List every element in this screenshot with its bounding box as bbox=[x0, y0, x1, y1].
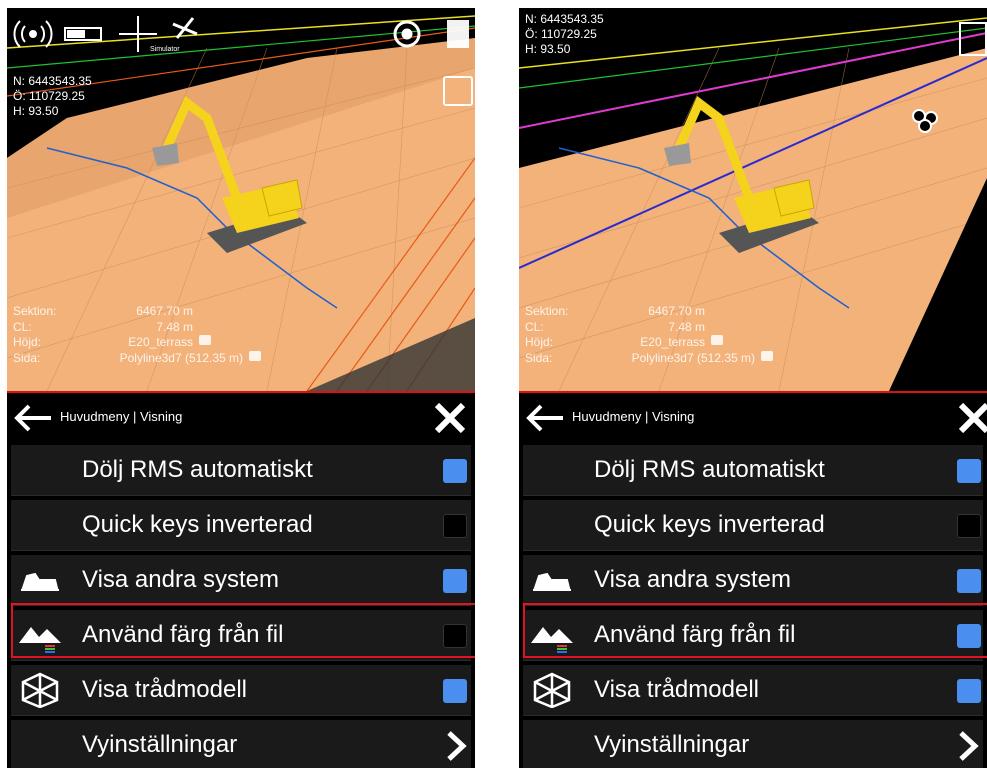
coordinate-readout: N: 6443543.35 Ö: 110729.25 H: 93.50 bbox=[13, 74, 92, 119]
back-arrow-icon[interactable] bbox=[525, 403, 565, 433]
map-3d-view[interactable]: Simulator N: 6443543.35 Ö: 110729.25 H: … bbox=[7, 8, 475, 391]
layers-icon[interactable] bbox=[447, 20, 469, 48]
lock-icon[interactable] bbox=[711, 335, 723, 345]
screen-after: N: 6443543.35 Ö: 110729.25 H: 93.50 Sekt… bbox=[519, 8, 987, 768]
map-3d-view[interactable]: N: 6443543.35 Ö: 110729.25 H: 93.50 Sekt… bbox=[519, 8, 987, 391]
height: H: 93.50 bbox=[525, 42, 571, 56]
excavator-icon bbox=[21, 572, 59, 591]
easting: Ö: 110729.25 bbox=[525, 27, 597, 41]
lock-icon[interactable] bbox=[249, 350, 261, 361]
checkbox[interactable] bbox=[957, 679, 981, 703]
chevron-right-icon[interactable] bbox=[955, 730, 981, 762]
settings-menu: Huvudmeny | Visning Dölj RMS automatiskt… bbox=[7, 393, 475, 768]
menu-header: Huvudmeny | Visning bbox=[7, 393, 475, 443]
menu-item-view-settings[interactable]: Vyinställningar bbox=[523, 720, 983, 768]
menu-item-show-wireframe[interactable]: Visa trådmodell bbox=[11, 665, 471, 716]
menu-item-hide-rms[interactable]: Dölj RMS automatiskt bbox=[523, 445, 983, 496]
chevron-right-icon[interactable] bbox=[443, 730, 469, 762]
excavator-icon bbox=[533, 572, 571, 591]
checkbox[interactable] bbox=[957, 514, 981, 538]
cube-view-icon[interactable] bbox=[443, 76, 473, 106]
layers-icon[interactable] bbox=[959, 22, 987, 56]
close-icon[interactable] bbox=[957, 401, 987, 435]
close-icon[interactable] bbox=[433, 401, 467, 435]
checkbox[interactable] bbox=[957, 459, 981, 483]
lock-icon[interactable] bbox=[199, 335, 211, 345]
wifi-signal-icon bbox=[13, 20, 53, 48]
menu-item-quick-keys-inverted[interactable]: Quick keys inverterad bbox=[523, 500, 983, 551]
simulator-label: Simulator bbox=[150, 46, 180, 53]
breadcrumb: Huvudmeny | Visning bbox=[60, 409, 183, 424]
checkbox[interactable] bbox=[443, 514, 467, 538]
highlight-box bbox=[523, 603, 987, 658]
breadcrumb: Huvudmeny | Visning bbox=[572, 409, 695, 424]
target-icon[interactable] bbox=[393, 20, 421, 48]
gps-satellite-icon bbox=[172, 17, 198, 39]
battery-icon bbox=[64, 27, 102, 41]
status-bar bbox=[13, 16, 469, 52]
lock-icon[interactable] bbox=[761, 350, 773, 361]
checkbox[interactable] bbox=[443, 569, 467, 593]
menu-item-show-other-systems[interactable]: Visa andra system bbox=[11, 555, 471, 606]
section-info: Sektion: 6467.70 m CL: 7.48 m Höjd: E20_ter… bbox=[525, 304, 773, 366]
highlight-box bbox=[11, 603, 475, 658]
menu-item-view-settings[interactable]: Vyinställningar bbox=[11, 720, 471, 768]
menu-item-show-wireframe[interactable]: Visa trådmodell bbox=[523, 665, 983, 716]
wireframe-cube-icon bbox=[21, 672, 59, 708]
coordinate-readout: N: 6443543.35 Ö: 110729.25 H: 93.50 bbox=[525, 12, 604, 57]
northing: N: 6443543.35 bbox=[13, 74, 92, 88]
section-info: Sektion: 6467.70 m CL: 7.48 m Höjd: E20_ter… bbox=[13, 304, 261, 366]
northing: N: 6443543.35 bbox=[525, 12, 604, 26]
checkbox[interactable] bbox=[443, 679, 467, 703]
wireframe-cube-icon bbox=[533, 672, 571, 708]
checkbox[interactable] bbox=[957, 569, 981, 593]
menu-item-hide-rms[interactable]: Dölj RMS automatiskt bbox=[11, 445, 471, 496]
checkbox[interactable] bbox=[443, 459, 467, 483]
easting: Ö: 110729.25 bbox=[13, 89, 85, 103]
settings-menu: Huvudmeny | Visning Dölj RMS automatiskt… bbox=[519, 393, 987, 768]
menu-header: Huvudmeny | Visning bbox=[519, 393, 987, 443]
menu-item-show-other-systems[interactable]: Visa andra system bbox=[523, 555, 983, 606]
back-arrow-icon[interactable] bbox=[13, 403, 53, 433]
screen-before: Simulator N: 6443543.35 Ö: 110729.25 H: … bbox=[7, 8, 475, 768]
menu-item-quick-keys-inverted[interactable]: Quick keys inverterad bbox=[11, 500, 471, 551]
height: H: 93.50 bbox=[13, 104, 59, 118]
